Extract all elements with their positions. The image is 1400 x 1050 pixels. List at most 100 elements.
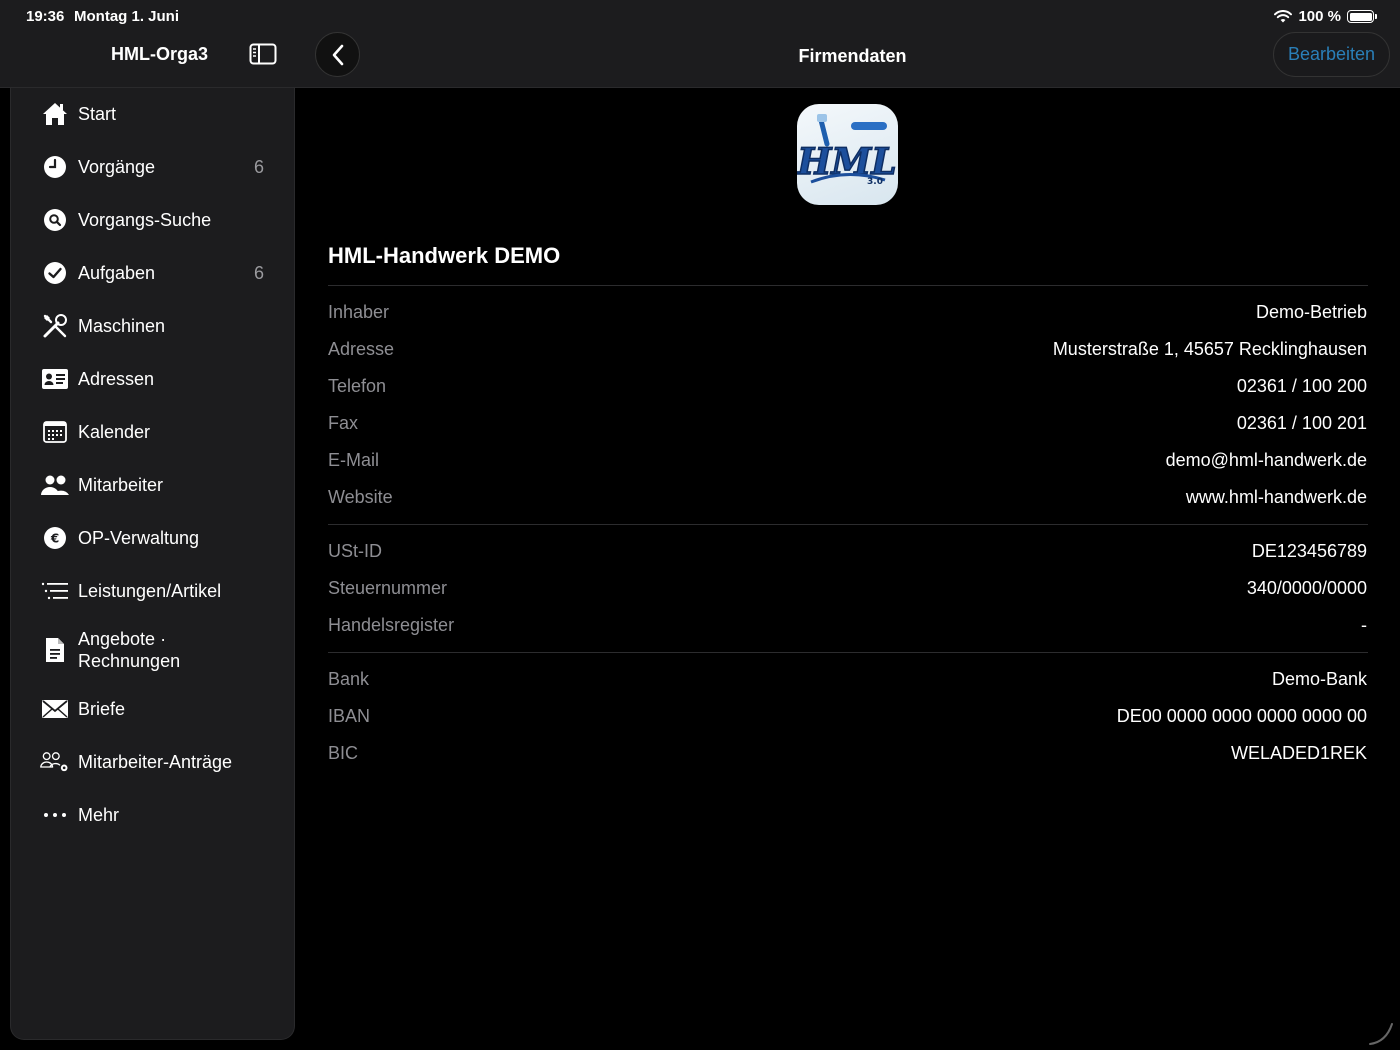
detail-value: demo@hml-handwerk.de — [1165, 450, 1367, 470]
sidebar-item-label: OP-Verwaltung — [78, 528, 200, 548]
sidebar-item-label: Mitarbeiter-Anträge — [78, 752, 233, 772]
sidebar-item-label: Vorgänge — [78, 157, 156, 177]
people-icon — [40, 470, 70, 500]
sidebar-item-label: Vorgangs-Suche — [78, 210, 212, 230]
detail-key: Adresse — [328, 339, 395, 359]
sidebar-item-label: Kalender — [78, 422, 151, 442]
euro-circle-icon: € — [40, 523, 70, 553]
detail-row-ust-id: USt-ID DE123456789 — [328, 541, 1368, 578]
detail-value: Demo-Bank — [1271, 669, 1367, 689]
detail-value: WELADED1REK — [1230, 743, 1367, 763]
detail-value: 340/0000/0000 — [1246, 578, 1367, 598]
sidebar-item-start[interactable]: Start — [11, 98, 296, 130]
detail-row-website: Website www.hml-handwerk.de — [328, 487, 1368, 524]
detail-key: Bank — [328, 669, 370, 689]
detail-key: Website — [328, 487, 393, 507]
sidebar-item-label: Briefe — [78, 699, 126, 719]
sidebar-item-mitarbeiter-antraege[interactable]: Mitarbeiter-Anträge — [11, 746, 296, 778]
detail-row-handelsregister: Handelsregister - — [328, 615, 1368, 652]
resize-corner-icon — [1369, 1023, 1393, 1045]
sidebar-item-op-verwaltung[interactable]: € OP-Verwaltung — [11, 522, 296, 554]
sidebar-item-kalender[interactable]: Kalender — [11, 416, 296, 448]
search-circle-icon — [40, 205, 70, 235]
detail-value: DE123456789 — [1251, 541, 1367, 561]
tools-icon — [40, 311, 70, 341]
detail-key: IBAN — [328, 706, 371, 726]
chevron-left-icon — [332, 44, 343, 65]
list-icon — [40, 576, 70, 606]
detail-key: Inhaber — [328, 302, 390, 322]
sidebar-item-vorgangs-suche[interactable]: Vorgangs-Suche — [11, 204, 296, 236]
sidebar-item-vorgaenge[interactable]: Vorgänge 6 — [11, 151, 296, 183]
divider — [328, 524, 1368, 525]
sidebar-item-label: Maschinen — [78, 316, 166, 336]
wifi-icon — [1274, 10, 1293, 23]
sidebar-item-mehr[interactable]: Mehr — [11, 799, 296, 831]
battery-percent: 100 % — [1298, 8, 1341, 25]
detail-value: - — [1361, 615, 1367, 635]
back-button[interactable] — [315, 32, 360, 77]
detail-row-iban: IBAN DE00 0000 0000 0000 0000 00 — [328, 706, 1368, 743]
clock-icon — [40, 152, 70, 182]
company-name: HML-Handwerk DEMO — [328, 243, 561, 268]
sidebar-item-label: Aufgaben — [78, 263, 156, 283]
ellipsis-icon — [40, 800, 70, 830]
sidebar-item-maschinen[interactable]: Maschinen — [11, 310, 296, 342]
svg-text:€: € — [50, 532, 59, 546]
detail-key: Steuernummer — [328, 578, 448, 598]
count-badge: 6 — [253, 262, 264, 283]
sidebar-item-label: Start — [78, 104, 117, 124]
sidebar-item-label: Leistungen/Artikel — [78, 581, 222, 601]
detail-value: 02361 / 100 201 — [1236, 413, 1367, 433]
detail-key: Handelsregister — [328, 615, 455, 635]
house-icon — [40, 99, 70, 129]
logo-version: 3.0 — [867, 177, 883, 187]
navigation-bar: HML-Orga3 Firmendaten Bearbeiten — [0, 32, 1400, 88]
sidebar-toggle-icon[interactable] — [249, 43, 277, 65]
edit-button[interactable]: Bearbeiten — [1273, 32, 1390, 77]
status-time: 19:36 — [26, 8, 65, 25]
company-logo: HML 3.0 — [797, 104, 898, 205]
sidebar-item-label: Mitarbeiter — [78, 475, 164, 495]
sidebar-item-leistungen[interactable]: Leistungen/Artikel — [11, 575, 296, 607]
sidebar-item-briefe[interactable]: Briefe — [11, 693, 296, 725]
divider — [328, 285, 1368, 286]
detail-key: BIC — [328, 743, 359, 763]
sidebar-item-angebote-rechnungen[interactable]: Angebote · Rechnungen — [11, 626, 296, 674]
contact-card-icon — [40, 364, 70, 394]
detail-key: Telefon — [328, 376, 387, 396]
detail-row-inhaber: Inhaber Demo-Betrieb — [328, 302, 1368, 339]
count-badge: 6 — [253, 156, 264, 177]
document-icon — [40, 635, 70, 665]
detail-value: Demo-Betrieb — [1255, 302, 1367, 322]
detail-row-bank: Bank Demo-Bank — [328, 669, 1368, 706]
calendar-icon — [40, 417, 70, 447]
battery-icon — [1347, 10, 1377, 23]
detail-value: www.hml-handwerk.de — [1185, 487, 1367, 507]
detail-row-adresse: Adresse Musterstraße 1, 45657 Recklingha… — [328, 339, 1368, 376]
detail-value: 02361 / 100 200 — [1236, 376, 1367, 396]
envelope-icon — [40, 694, 70, 724]
status-bar: 19:36 Montag 1. Juni 100 % — [0, 0, 1400, 32]
detail-row-steuernummer: Steuernummer 340/0000/0000 — [328, 578, 1368, 615]
people-gear-icon — [40, 747, 70, 777]
sidebar-item-mitarbeiter[interactable]: Mitarbeiter — [11, 469, 296, 501]
sidebar: Start Vorgänge 6 Vorgangs-Suche Aufgaben… — [10, 88, 295, 1040]
divider — [328, 652, 1368, 653]
detail-key: Fax — [328, 413, 359, 433]
detail-row-telefon: Telefon 02361 / 100 200 — [328, 376, 1368, 413]
detail-key: USt-ID — [328, 541, 382, 561]
detail-value: Musterstraße 1, 45657 Recklinghausen — [1052, 339, 1367, 359]
checkmark-circle-icon — [40, 258, 70, 288]
hml-logo-icon: HML 3.0 — [797, 114, 897, 187]
sidebar-item-label: Angebote · Rechnungen — [78, 629, 181, 671]
app-title: HML-Orga3 — [111, 44, 209, 64]
detail-key: E-Mail — [328, 450, 380, 470]
sidebar-item-label: Mehr — [78, 805, 120, 825]
page-title: Firmendaten — [798, 46, 907, 66]
sidebar-item-aufgaben[interactable]: Aufgaben 6 — [11, 257, 296, 289]
sidebar-item-adressen[interactable]: Adressen — [11, 363, 296, 395]
sidebar-item-label: Adressen — [78, 369, 155, 389]
status-right: 100 % — [1274, 8, 1377, 25]
detail-row-bic: BIC WELADED1REK — [328, 743, 1368, 780]
